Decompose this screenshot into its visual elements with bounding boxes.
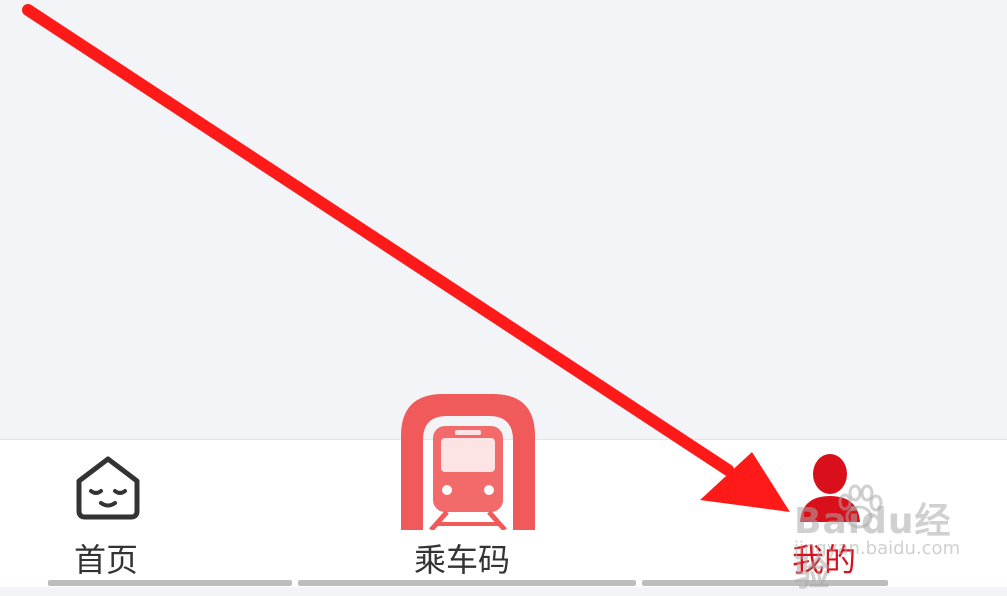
tab-home-label: 首页	[74, 541, 139, 579]
tab-ride-code-label: 乘车码	[414, 541, 511, 579]
tab-home[interactable]: 首页	[40, 440, 180, 587]
house-face-icon	[76, 456, 140, 520]
tab-ride-code[interactable]: 乘车码	[390, 394, 540, 587]
tab-indicator-home	[48, 580, 292, 586]
train-icon	[401, 394, 535, 530]
watermark: Baidu经验 jingyan.baidu.com	[770, 484, 970, 594]
tab-indicator-ride-code	[298, 580, 636, 586]
content-area	[0, 0, 1007, 440]
watermark-url: jingyan.baidu.com	[794, 538, 961, 559]
